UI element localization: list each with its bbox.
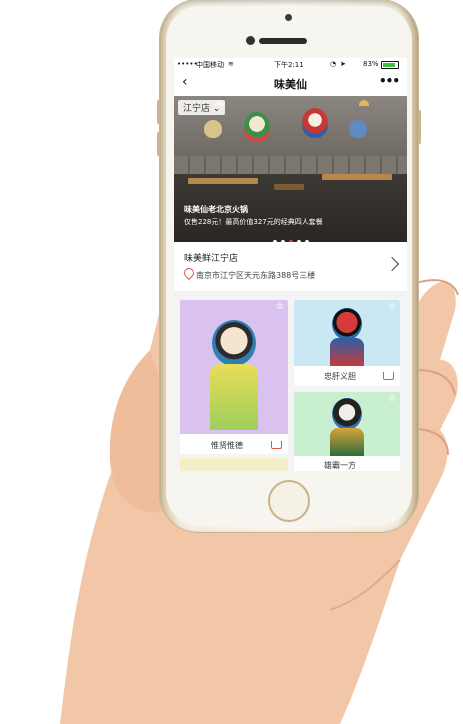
product-image: ♔ (294, 392, 400, 456)
carousel-dot[interactable] (288, 240, 293, 242)
carousel-dot[interactable] (280, 240, 285, 242)
photo-scene: ••••• 中国移动 ≋ 下午2:11 ◔ ➤ 83% ‹ 味美仙 ••• 江宁… (0, 0, 463, 724)
product-name: 惟贤惟德 (211, 441, 243, 450)
crown-icon: ♔ (387, 302, 396, 312)
carrier-label: 中国移动 (196, 61, 224, 69)
front-camera (246, 36, 255, 45)
brick-wall (174, 156, 407, 174)
cart-icon[interactable] (383, 372, 394, 380)
opera-figure (332, 398, 362, 430)
volume-button (157, 100, 160, 124)
opera-costume (210, 364, 258, 430)
battery-percent: 83% (363, 60, 379, 68)
banner-title: 味美仙老北京火锅 (184, 205, 248, 214)
carousel-dot[interactable] (296, 240, 301, 242)
promo-banner[interactable]: 江宁店 ⌄ 味美仙老北京火锅 仅售228元！最高价值327元的经典四人套餐 (174, 96, 407, 242)
status-bar: ••••• 中国移动 ≋ 下午2:11 ◔ ➤ 83% (174, 58, 407, 70)
location-pin-icon (181, 265, 197, 281)
nav-bar: ‹ 味美仙 ••• (174, 70, 407, 97)
power-button (418, 110, 421, 144)
location-icon: ➤ (340, 60, 346, 68)
phone-screen: ••••• 中国移动 ≋ 下午2:11 ◔ ➤ 83% ‹ 味美仙 ••• 江宁… (174, 58, 407, 471)
city-label: 江宁店 (183, 104, 211, 114)
opera-mask-decoration (244, 112, 270, 142)
earpiece-speaker (259, 38, 307, 44)
store-address: 南京市江宁区天元东路388号三楼 (196, 271, 316, 280)
opera-mask-decoration (349, 120, 367, 138)
volume-button (157, 132, 160, 156)
cart-icon[interactable] (271, 441, 282, 449)
more-dots-icon[interactable]: ••• (379, 74, 400, 88)
time-label: 下午2:11 (274, 61, 304, 69)
ceiling-lamp (359, 100, 369, 106)
store-info[interactable]: 味美鲜江宁店 南京市江宁区天元东路388号三楼 (174, 243, 407, 297)
dining-table (322, 174, 392, 180)
dining-table (188, 178, 258, 184)
alarm-icon: ◔ (330, 60, 337, 68)
battery-icon (381, 61, 399, 69)
opera-mask-decoration (204, 120, 222, 138)
product-card[interactable]: ♔ 忠肝义胆 (294, 300, 400, 386)
home-button[interactable] (268, 480, 310, 522)
wifi-icon: ≋ (228, 60, 234, 68)
product-name: 雄霸一方 (324, 461, 356, 470)
city-selector[interactable]: 江宁店 ⌄ (178, 100, 226, 115)
opera-figure (212, 320, 256, 366)
opera-costume (330, 338, 364, 366)
chevron-right-icon[interactable] (384, 256, 400, 272)
product-grid: ♔ 惟贤惟德 ♔ 忠肝义胆 ♔ 雄霸一方 (174, 296, 407, 471)
carousel-dots (174, 229, 407, 242)
banner-subtitle: 仅售228元！最高价值327元的经典四人套餐 (184, 218, 323, 226)
crown-icon: ♔ (275, 302, 284, 312)
page-title: 味美仙 (274, 78, 307, 91)
product-image (180, 458, 288, 471)
crown-icon: ♔ (387, 394, 396, 404)
product-image: ♔ (294, 300, 400, 366)
opera-costume (330, 428, 364, 456)
product-card[interactable]: ♔ 雄霸一方 (294, 392, 400, 471)
product-image: ♔ (180, 300, 288, 434)
opera-mask-decoration (302, 108, 328, 138)
store-name: 味美鲜江宁店 (184, 254, 239, 264)
product-name: 忠肝义胆 (324, 372, 356, 381)
product-card[interactable]: ♔ 惟贤惟德 (180, 300, 288, 454)
opera-figure (332, 308, 362, 340)
proximity-sensor (285, 14, 292, 21)
product-card[interactable] (180, 458, 288, 471)
signal-icon: ••••• (177, 60, 198, 68)
dining-table (274, 184, 304, 190)
carousel-dot[interactable] (304, 240, 309, 242)
carousel-dot[interactable] (272, 240, 277, 242)
chevron-down-icon: ⌄ (212, 104, 221, 114)
